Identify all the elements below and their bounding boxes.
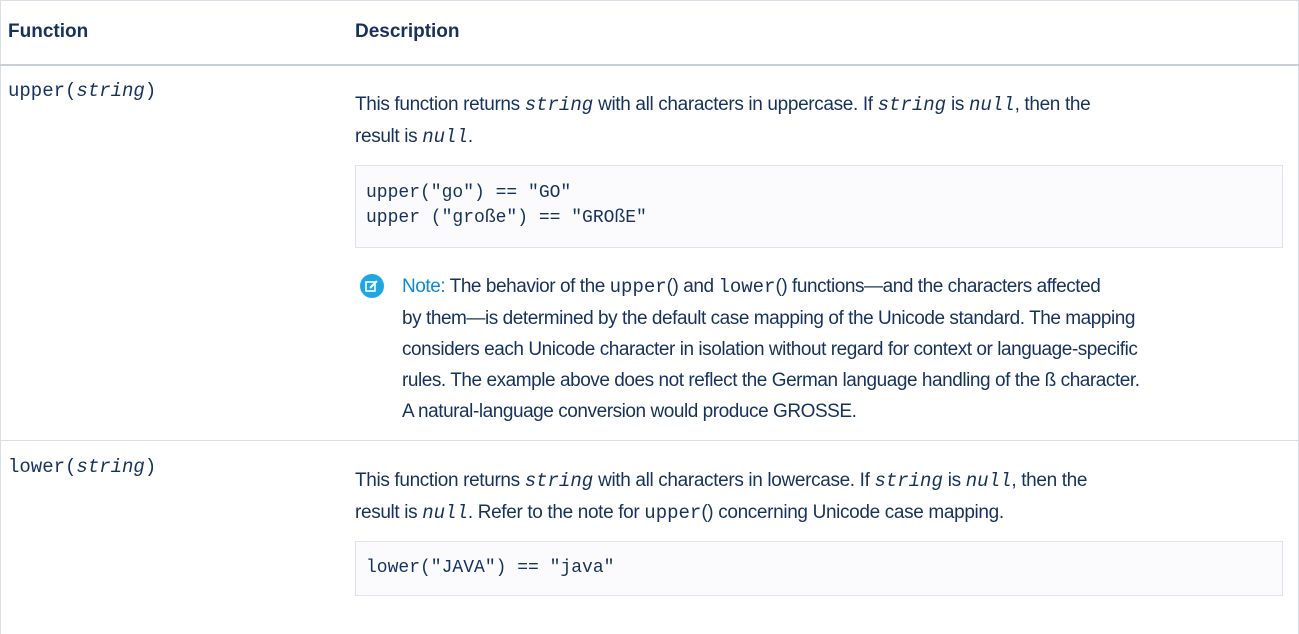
table-top-border bbox=[0, 0, 1299, 1]
header-function: Function bbox=[8, 21, 89, 42]
lower-description: This function returns string with all ch… bbox=[355, 470, 1088, 524]
function-param: string bbox=[76, 80, 145, 102]
functions-table: Function Description upper(string) This … bbox=[0, 0, 1299, 634]
code-line: lower("JAVA") == "java" bbox=[366, 558, 615, 578]
function-upper: upper(string) bbox=[8, 80, 156, 102]
function-name: upper( bbox=[8, 80, 77, 102]
function-lower: lower(string) bbox=[8, 456, 156, 478]
table-border-left bbox=[0, 0, 1, 634]
lower-code-example: lower("JAVA") == "java" bbox=[355, 541, 1283, 596]
upper-code-example: upper("go") == "GO" upper ("große") == "… bbox=[355, 165, 1283, 248]
row-divider bbox=[0, 440, 1299, 441]
note-label: Note: bbox=[402, 276, 446, 297]
code-line: upper("go") == "GO" bbox=[366, 183, 572, 203]
edit-note-icon bbox=[360, 274, 384, 298]
code-line: upper ("große") == "GROßE" bbox=[366, 208, 647, 228]
upper-description: This function returns string with all ch… bbox=[355, 94, 1091, 148]
header-divider bbox=[0, 64, 1299, 66]
function-close: ) bbox=[144, 80, 157, 102]
function-name: lower( bbox=[8, 456, 77, 478]
note-text: Note: The behavior of the upper() and lo… bbox=[402, 276, 1140, 422]
function-param: string bbox=[76, 456, 145, 478]
header-description: Description bbox=[355, 21, 460, 42]
function-close: ) bbox=[144, 456, 157, 478]
